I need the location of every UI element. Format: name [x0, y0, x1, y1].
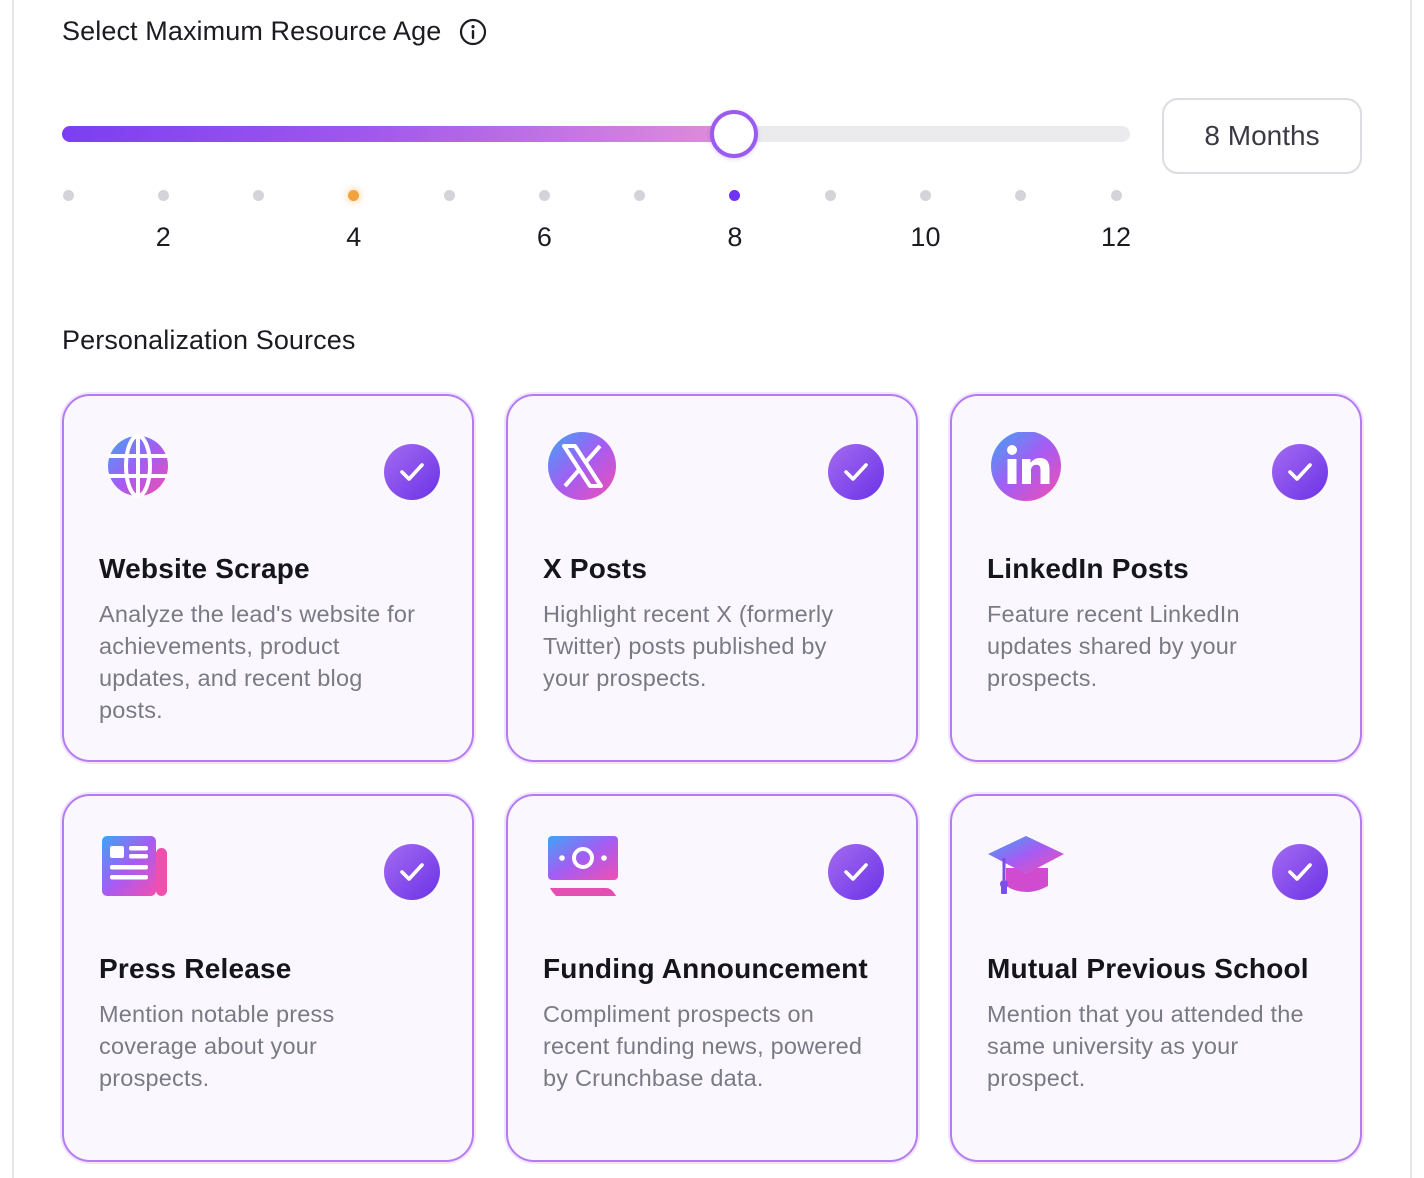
tick-label: 6 — [536, 222, 552, 252]
tick-dot[interactable] — [443, 190, 455, 201]
tick-label: 4 — [346, 222, 362, 252]
source-card-description: Feature recent LinkedIn updates shared b… — [987, 601, 1240, 691]
slider-thumb[interactable] — [709, 110, 758, 158]
x-logo-icon — [544, 432, 624, 512]
source-card-description: Mention that you attended the same unive… — [987, 1001, 1304, 1091]
source-card-website-scrape[interactable]: Website Scrape Analyze the lead's website… — [62, 394, 474, 762]
frame-border-left — [12, 0, 14, 1178]
source-card-funding-announcement[interactable]: Funding Announcement Compliment prospects… — [506, 794, 918, 1162]
tick-dot-selected[interactable] — [729, 190, 741, 201]
tick-dot[interactable] — [1015, 190, 1027, 201]
source-card-description: Analyze the lead's website for achieveme… — [99, 601, 416, 723]
resource-age-heading: Select Maximum Resource Age — [62, 16, 487, 47]
source-card-linkedin-posts[interactable]: LinkedIn Posts Feature recent LinkedIn up… — [950, 394, 1362, 762]
globe-icon — [100, 432, 180, 512]
source-card-title: LinkedIn Posts — [987, 553, 1189, 584]
source-card-title: Website Scrape — [99, 553, 310, 584]
tick-dot[interactable] — [1110, 190, 1122, 201]
info-circle-icon[interactable] — [459, 18, 487, 46]
source-card-description: Highlight recent X (formerly Twitter) po… — [543, 601, 834, 691]
tick-dot[interactable] — [157, 190, 169, 201]
tick-dot[interactable] — [253, 190, 265, 201]
newspaper-icon — [100, 832, 180, 912]
source-card-press-release[interactable]: Press Release Mention notable press cover… — [62, 794, 474, 1162]
sources-title: Personalization Sources — [62, 325, 356, 355]
graduation-cap-icon — [988, 832, 1068, 912]
checkmark-icon[interactable] — [1272, 444, 1328, 500]
tick-dot[interactable] — [538, 190, 550, 201]
tick-label: 12 — [1100, 222, 1132, 252]
checkmark-icon[interactable] — [384, 444, 440, 500]
tick-label: 10 — [910, 222, 941, 252]
source-card-description: Compliment prospects on recent funding n… — [543, 1001, 863, 1091]
frame-border-right — [1410, 0, 1412, 1178]
source-card-title: Press Release — [99, 953, 292, 984]
tick-dot[interactable] — [62, 190, 74, 201]
money-bill-icon — [544, 832, 624, 912]
slider-fill — [62, 126, 734, 142]
checkmark-icon[interactable] — [828, 444, 884, 500]
resource-age-title: Select Maximum Resource Age — [62, 16, 442, 46]
age-value-display[interactable]: 8 Months — [1162, 98, 1362, 174]
source-card-title: Mutual Previous School — [987, 953, 1309, 984]
source-card-x-posts[interactable]: X Posts Highlight recent X (formerly Twit… — [506, 394, 918, 762]
source-card-title: Funding Announcement — [543, 953, 868, 984]
resource-age-slider[interactable] — [62, 110, 1130, 158]
source-card-description: Mention notable press coverage about you… — [99, 1001, 335, 1091]
checkmark-icon[interactable] — [828, 844, 884, 900]
source-card-mutual-previous-school[interactable]: Mutual Previous School Mention that you a… — [950, 794, 1362, 1162]
tick-dot-marker[interactable] — [348, 190, 360, 201]
tick-dot[interactable] — [634, 190, 646, 201]
linkedin-logo-icon — [988, 431, 1068, 512]
source-card-title: X Posts — [543, 553, 648, 584]
tick-dot[interactable] — [919, 190, 931, 201]
checkmark-icon[interactable] — [1272, 844, 1328, 900]
tick-label: 2 — [155, 222, 171, 252]
tick-dot[interactable] — [824, 190, 836, 201]
checkmark-icon[interactable] — [384, 844, 440, 900]
tick-label: 8 — [727, 222, 743, 252]
